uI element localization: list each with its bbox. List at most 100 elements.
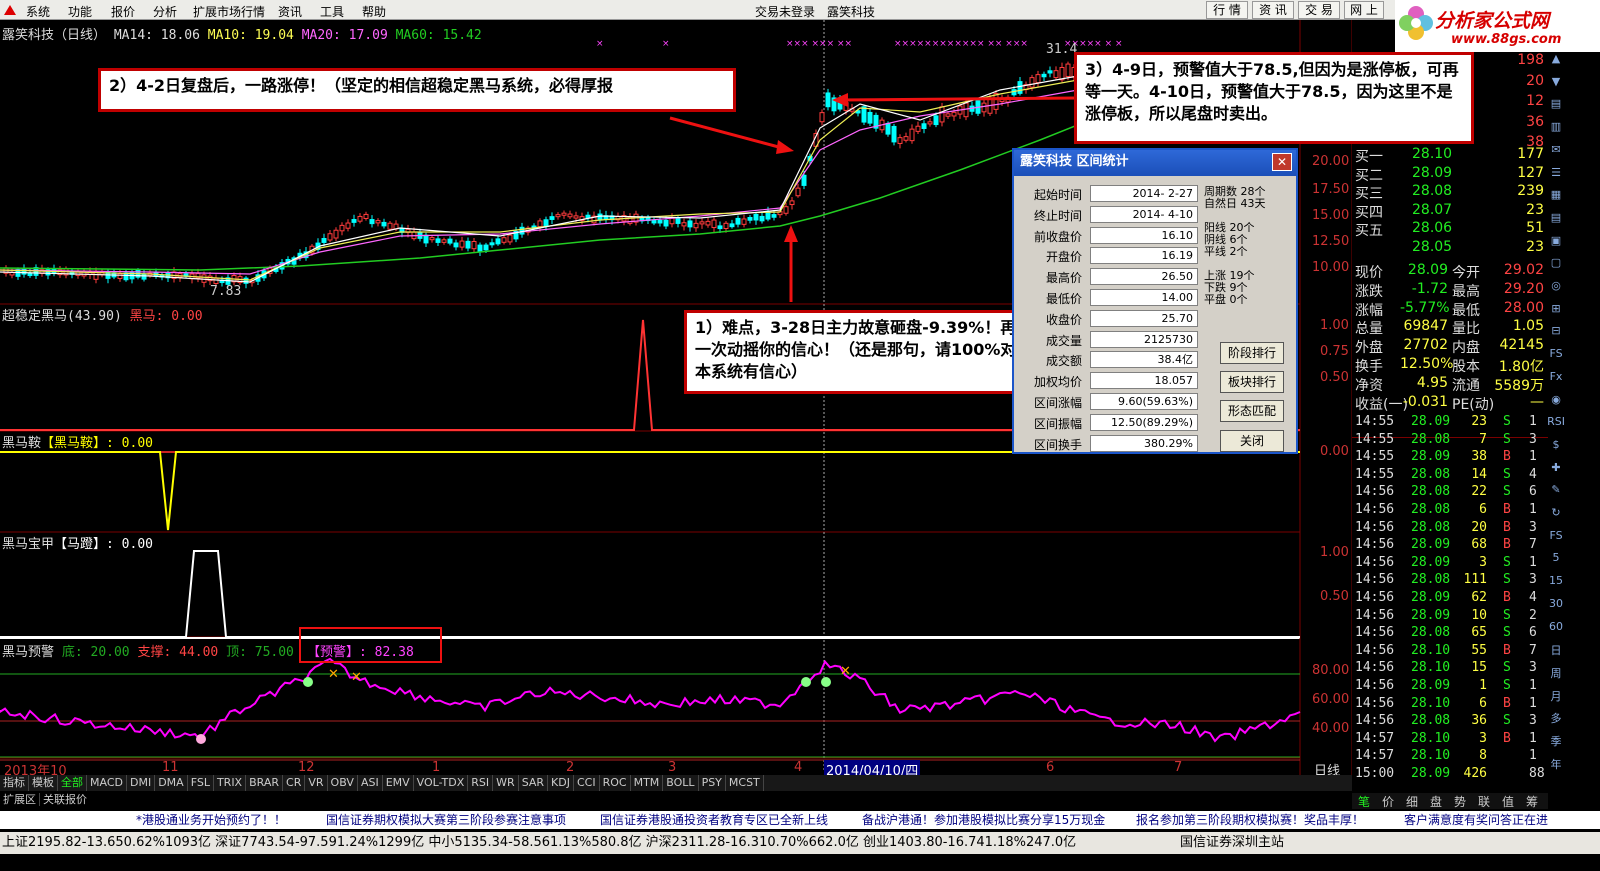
pattern-match-button[interactable]: 形态匹配: [1220, 400, 1284, 422]
toolbar-icon[interactable]: ▦: [1547, 188, 1565, 206]
dialog-label: 最低价: [1045, 292, 1082, 306]
toolbar-icon[interactable]: ☰: [1547, 166, 1565, 184]
indicator-tab[interactable]: DMA: [155, 775, 188, 791]
toolbar-icon[interactable]: ✉: [1547, 143, 1565, 161]
indicator-tab[interactable]: VOL-TDX: [414, 775, 469, 791]
dialog-value-field[interactable]: 2014- 2-27: [1090, 185, 1198, 202]
detail-tab[interactable]: 价: [1376, 793, 1400, 810]
news-item[interactable]: 备战沪港通！参加港股模拟比赛分享15万现金: [862, 811, 1105, 829]
toolbar-icon[interactable]: 多: [1547, 710, 1565, 728]
toolbar-icon[interactable]: 周: [1547, 665, 1565, 683]
dialog-value-field[interactable]: 2014- 4-10: [1090, 205, 1198, 223]
panel1-title: 超稳定黑马(43.90) 黑马: 0.00: [2, 305, 203, 324]
indicator-tab[interactable]: 指标: [0, 775, 29, 791]
menu-function[interactable]: 功能: [68, 3, 92, 20]
candle: [387, 222, 393, 230]
sector-rank-button[interactable]: 板块排行: [1220, 371, 1284, 393]
menu-analysis[interactable]: 分析: [153, 3, 177, 20]
indicator-tab[interactable]: KDJ: [548, 775, 574, 791]
toolbar-icon[interactable]: ▤: [1547, 211, 1565, 229]
detail-tab[interactable]: 盘: [1424, 793, 1448, 810]
toolbar-icon[interactable]: RSI: [1547, 415, 1565, 433]
toolbar-icon[interactable]: ▼: [1547, 75, 1565, 93]
toolbar-icon[interactable]: ▥: [1547, 120, 1565, 138]
toolbar-icon[interactable]: ↻: [1547, 506, 1565, 524]
menu-tools[interactable]: 工具: [320, 3, 344, 20]
news-item[interactable]: 报名参加第三阶段期权模拟赛！奖品丰厚！: [1136, 811, 1364, 829]
news-item[interactable]: 客户满意度有奖问答正在进: [1404, 811, 1548, 829]
stage-rank-button[interactable]: 阶段排行: [1220, 342, 1284, 364]
indicator-tab[interactable]: TRIX: [214, 775, 247, 791]
tab-extension[interactable]: 扩展区: [0, 793, 40, 806]
toolbar-icon[interactable]: ⊟: [1547, 324, 1565, 342]
tick-cell: 55: [1471, 642, 1487, 658]
toolbar-icon[interactable]: FS: [1547, 347, 1565, 365]
toolbar-icon[interactable]: 季: [1547, 733, 1565, 751]
tick-cell: 1: [1529, 449, 1537, 465]
toolbar-icon[interactable]: 日: [1547, 642, 1565, 660]
toolbar-icon[interactable]: 30: [1547, 597, 1565, 615]
detail-tab[interactable]: 联: [1472, 793, 1496, 810]
indicator-tab[interactable]: CR: [283, 775, 306, 791]
tick-cell: 1: [1529, 414, 1537, 429]
news-item[interactable]: 国信证券港股通投资者教育专区已全新上线: [600, 811, 828, 829]
news-item[interactable]: *港股通业务开始预约了！！: [136, 811, 286, 829]
indicator-tab[interactable]: OBV: [328, 775, 358, 791]
indicator-tab[interactable]: SAR: [519, 775, 549, 791]
detail-tab[interactable]: 值: [1496, 793, 1520, 810]
indicator-tab[interactable]: EMV: [383, 775, 414, 791]
indicator-tab[interactable]: BRAR: [246, 775, 284, 791]
toolbar-icon[interactable]: ▤: [1547, 97, 1565, 115]
indicator-tab[interactable]: ROC: [600, 775, 631, 791]
indicator-tab[interactable]: MTM: [631, 775, 664, 791]
indicator-tab[interactable]: PSY: [699, 775, 726, 791]
indicator-tab[interactable]: 模板: [29, 775, 58, 791]
indicator-tab[interactable]: BOLL: [663, 775, 699, 791]
toolbar-icon[interactable]: 年: [1547, 756, 1565, 774]
menu-quote[interactable]: 报价: [111, 3, 135, 20]
toolbar-icon[interactable]: ✎: [1547, 483, 1565, 501]
menu-ext-market[interactable]: 扩展市场行情: [193, 3, 265, 20]
tab-related[interactable]: 关联报价: [40, 793, 90, 806]
indicator-tab[interactable]: 全部: [58, 775, 87, 791]
toolbar-icon[interactable]: ▣: [1547, 234, 1565, 252]
dialog-close-button[interactable]: ✕: [1272, 153, 1292, 171]
toolbar-icon[interactable]: 5: [1547, 551, 1565, 569]
indicator-tab[interactable]: MCST: [726, 775, 764, 791]
toolbar-icon[interactable]: 15: [1547, 574, 1565, 592]
toolbar-icon[interactable]: ⊞: [1547, 302, 1565, 320]
toolbar-icon[interactable]: Fx: [1547, 370, 1565, 388]
candle: [1065, 63, 1071, 77]
toolbar-icon[interactable]: FS: [1547, 529, 1565, 547]
indicator-tab[interactable]: VR: [305, 775, 328, 791]
detail-tab[interactable]: 笔: [1352, 793, 1376, 810]
indicator-tab[interactable]: RSI: [468, 775, 494, 791]
close-button[interactable]: 关闭: [1220, 430, 1284, 452]
toolbar-icon[interactable]: ◎: [1547, 279, 1565, 297]
toolbar-icon[interactable]: $: [1547, 438, 1565, 456]
indicator-tab[interactable]: DMI: [127, 775, 156, 791]
tab-news[interactable]: 资 讯: [1252, 1, 1294, 19]
tab-quote[interactable]: 行 情: [1206, 1, 1248, 19]
toolbar-icon[interactable]: ▲: [1547, 52, 1565, 70]
menu-info[interactable]: 资讯: [278, 3, 302, 20]
menu-system[interactable]: 系统: [26, 3, 50, 20]
menu-help[interactable]: 帮助: [362, 3, 386, 20]
tab-online[interactable]: 网 上: [1344, 1, 1384, 19]
toolbar-icon[interactable]: 60: [1547, 620, 1565, 638]
detail-tab[interactable]: 势: [1448, 793, 1472, 810]
indicator-tab[interactable]: WR: [493, 775, 519, 791]
toolbar-icon[interactable]: ◉: [1547, 393, 1565, 411]
indicator-tab[interactable]: CCI: [574, 775, 600, 791]
indicator-tab[interactable]: MACD: [87, 775, 127, 791]
toolbar-icon[interactable]: ✚: [1547, 461, 1565, 479]
tab-trade[interactable]: 交 易: [1298, 1, 1340, 19]
indicator-tab[interactable]: FSL: [188, 775, 214, 791]
candle: [1017, 81, 1023, 94]
news-item[interactable]: 国信证券期权模拟大赛第三阶段参赛注意事项: [326, 811, 566, 829]
toolbar-icon[interactable]: 月: [1547, 688, 1565, 706]
detail-tab[interactable]: 细: [1400, 793, 1424, 810]
indicator-tab[interactable]: ASI: [358, 775, 383, 791]
toolbar-icon[interactable]: ▢: [1547, 256, 1565, 274]
detail-tab[interactable]: 筹: [1520, 793, 1544, 810]
